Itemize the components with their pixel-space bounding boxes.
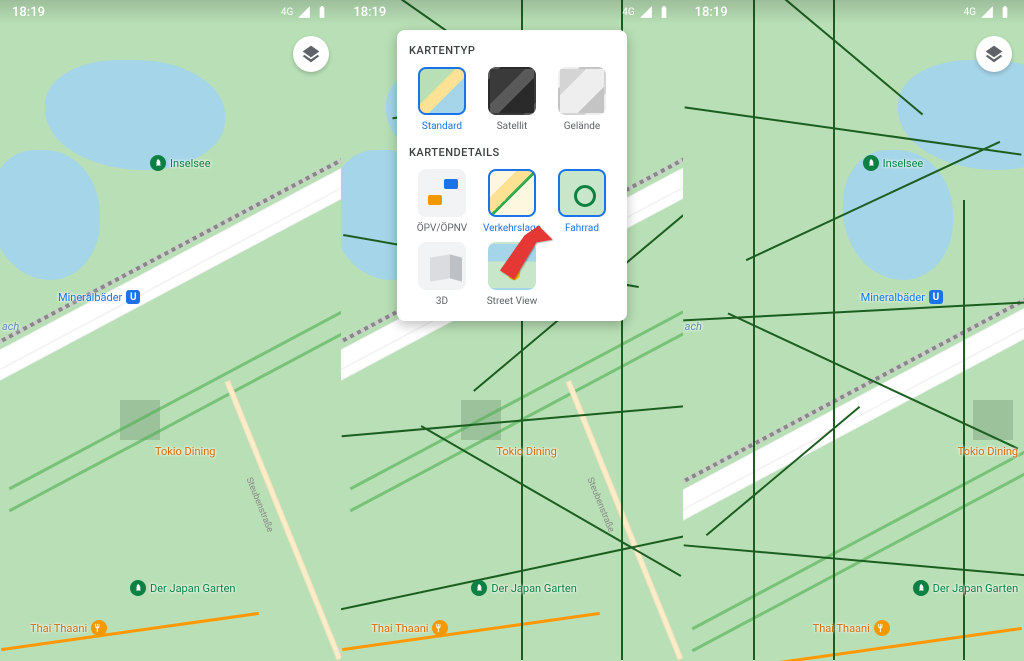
status-icons: 4G: [964, 5, 1012, 19]
status-time: 18:19: [353, 5, 386, 20]
tree-icon: [863, 155, 879, 171]
satellite-thumb-icon: [488, 67, 536, 115]
poi-thai-thaani[interactable]: Thai Thaani: [813, 620, 890, 636]
signal-icon: [297, 5, 311, 19]
screenshot-panel-2: Tokio Dining Der Japan Garten Thai Thaan…: [341, 0, 682, 661]
ubahn-icon: U: [126, 290, 140, 304]
poi-thai-thaani[interactable]: Thai Thaani: [30, 620, 107, 636]
poi-tokio-dining[interactable]: Tokio Dining: [958, 445, 1018, 458]
standard-thumb-icon: [418, 67, 466, 115]
tree-icon: [913, 580, 929, 596]
tree-icon: [130, 580, 146, 596]
poi-tokio-dining[interactable]: Tokio Dining: [155, 445, 215, 458]
mapdetail-option-bike[interactable]: Fahrrad: [549, 169, 615, 234]
poi-inselsee[interactable]: Inselsee: [150, 155, 211, 171]
poi-japan-garten[interactable]: Der Japan Garten: [913, 580, 1019, 596]
layers-button[interactable]: [976, 36, 1012, 72]
screenshot-panel-3: Inselsee Mineralbäder U ach Tokio Dining…: [683, 0, 1024, 661]
status-bar: 18:19 4G: [683, 0, 1024, 24]
battery-icon: [315, 5, 329, 19]
restaurant-icon: [432, 620, 448, 636]
restaurant-icon: [91, 620, 107, 636]
status-time: 18:19: [695, 5, 728, 20]
section-title-maptype: KARTENTYP: [409, 44, 615, 57]
screenshot-panel-1: Steubenstraße Inselsee Mineralbäder U ac…: [0, 0, 341, 661]
ubahn-icon: U: [929, 290, 943, 304]
status-bar: 18:19 4G: [341, 0, 682, 24]
threed-thumb-icon: [418, 242, 466, 290]
poi-tokio-dining[interactable]: Tokio Dining: [496, 445, 556, 458]
annotation-arrow: [486, 220, 556, 294]
maptype-option-satellite[interactable]: Satellit: [479, 67, 545, 132]
signal-icon: [639, 5, 653, 19]
tree-icon: [150, 155, 166, 171]
battery-icon: [657, 5, 671, 19]
maptype-option-terrain[interactable]: Gelände: [549, 67, 615, 132]
poi-japan-garten[interactable]: Der Japan Garten: [130, 580, 236, 596]
poi-mineralbader[interactable]: Mineralbäder U: [58, 290, 140, 304]
status-time: 18:19: [12, 5, 45, 20]
poi-thai-thaani[interactable]: Thai Thaani: [371, 620, 448, 636]
poi-japan-garten[interactable]: Der Japan Garten: [471, 580, 577, 596]
poi-inselsee[interactable]: Inselsee: [863, 155, 924, 171]
transit-thumb-icon: [418, 169, 466, 217]
signal-icon: [980, 5, 994, 19]
mapdetail-option-3d[interactable]: 3D: [409, 242, 475, 307]
map-canvas[interactable]: Inselsee Mineralbäder U ach Tokio Dining…: [683, 0, 1024, 661]
status-bar: 18:19 4G: [0, 0, 341, 24]
status-icons: 4G: [622, 5, 670, 19]
poi-mineralbader[interactable]: Mineralbäder U: [861, 290, 943, 304]
water-label: ach: [2, 320, 19, 333]
terrain-thumb-icon: [558, 67, 606, 115]
layers-icon: [301, 44, 321, 64]
battery-icon: [998, 5, 1012, 19]
restaurant-icon: [874, 620, 890, 636]
maptype-option-standard[interactable]: Standard: [409, 67, 475, 132]
water-label: ach: [685, 320, 702, 333]
map-canvas[interactable]: Steubenstraße Inselsee Mineralbäder U ac…: [0, 0, 341, 661]
bike-thumb-icon: [558, 169, 606, 217]
layers-icon: [984, 44, 1004, 64]
tree-icon: [471, 580, 487, 596]
traffic-thumb-icon: [488, 169, 536, 217]
status-icons: 4G: [281, 5, 329, 19]
mapdetail-option-transit[interactable]: ÖPV/ÖPNV: [409, 169, 475, 234]
section-title-mapdetails: KARTENDETAILS: [409, 146, 615, 159]
